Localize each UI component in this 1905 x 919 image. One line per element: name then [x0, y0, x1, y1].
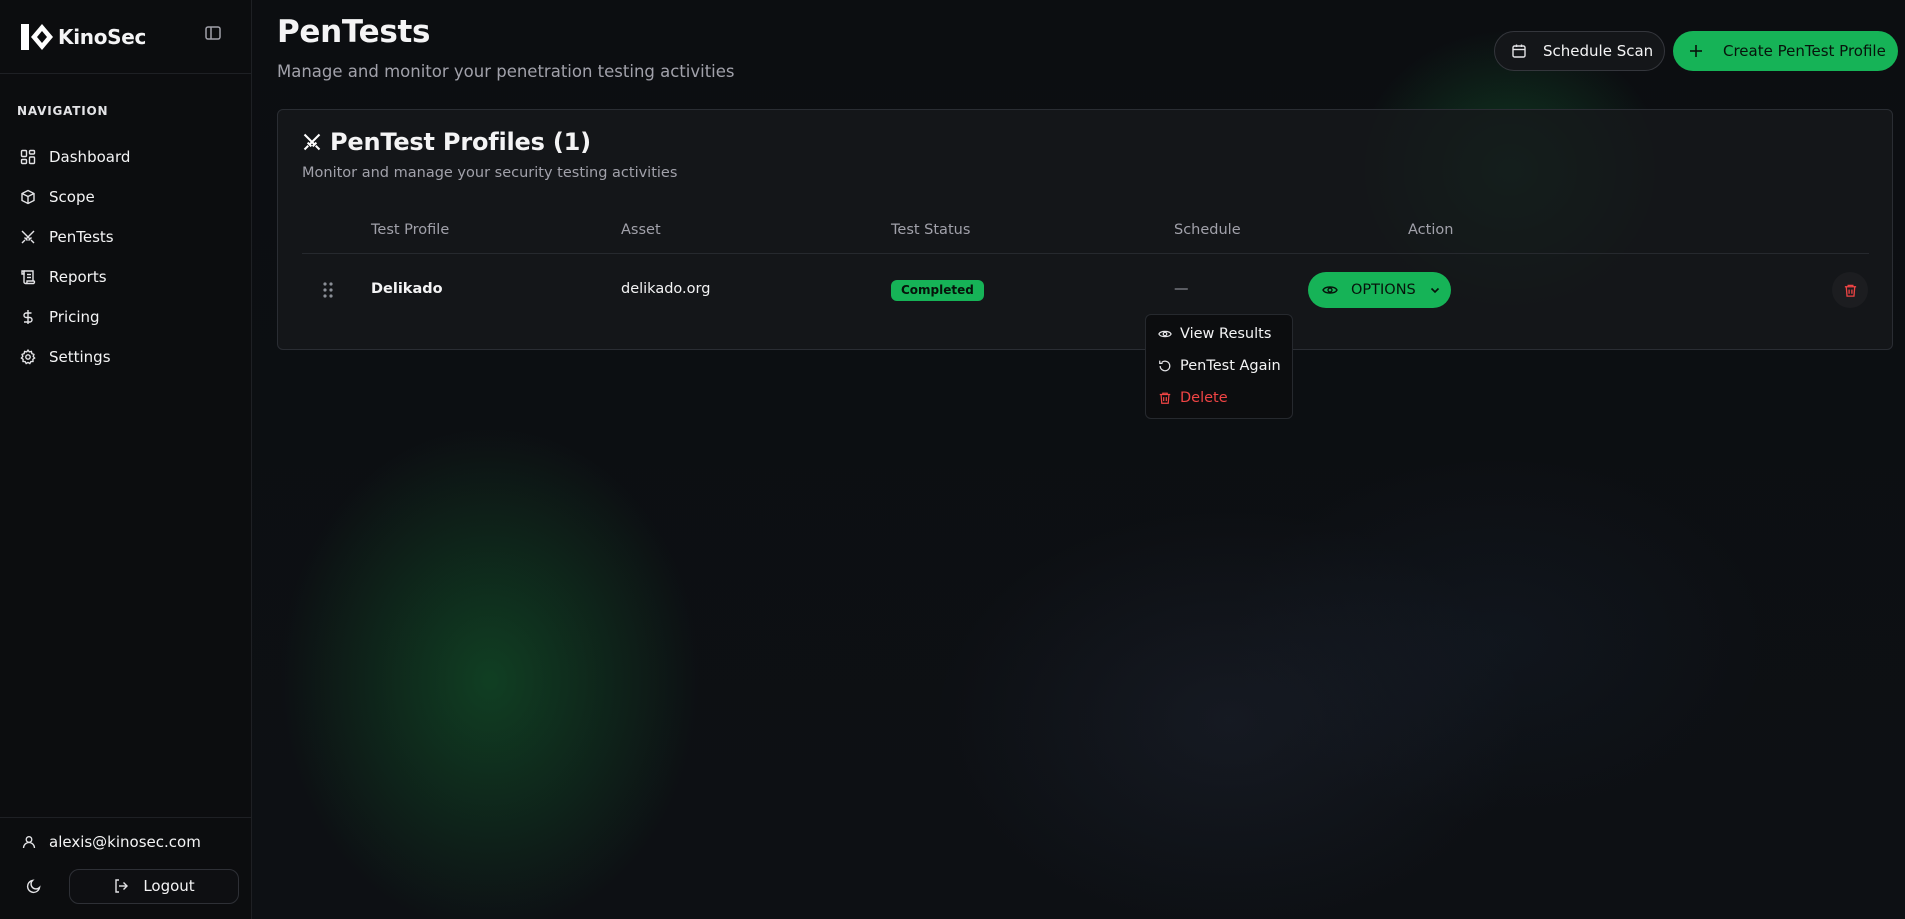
table-row: Delikado delikado.org Completed — OPTION…	[302, 255, 1869, 324]
sidebar-item-label: Pricing	[49, 308, 100, 326]
trash-icon	[1844, 284, 1856, 297]
moon-icon[interactable]	[26, 878, 42, 894]
eye-icon	[1158, 330, 1172, 338]
column-header-asset: Asset	[621, 222, 661, 238]
user-icon	[22, 836, 36, 849]
sidebar-item-reports[interactable]: Reports	[0, 257, 251, 297]
page-title: PenTests	[277, 14, 431, 50]
sidebar-item-label: Scope	[49, 188, 95, 206]
sidebar-item-label: Settings	[49, 348, 111, 366]
scroll-icon	[21, 270, 36, 285]
sidebar-item-settings[interactable]: Settings	[0, 337, 251, 377]
sidebar-item-scope[interactable]: Scope	[0, 177, 251, 217]
pentest-profiles-card: PenTest Profiles (1) Monitor and manage …	[277, 109, 1893, 350]
sidebar-toggle-icon[interactable]	[204, 24, 222, 42]
swords-icon	[303, 133, 321, 151]
schedule-value: —	[1174, 281, 1189, 297]
menu-item-label: Delete	[1180, 390, 1228, 406]
drag-handle-icon[interactable]	[322, 281, 334, 299]
swords-icon	[21, 230, 35, 244]
trash-icon	[1159, 392, 1171, 404]
options-dropdown-menu: View Results PenTest Again Delete	[1145, 314, 1293, 419]
card-title: PenTest Profiles (1)	[302, 128, 591, 156]
sidebar-item-label: Reports	[49, 268, 107, 286]
footer-actions: Logout	[0, 866, 252, 906]
sidebar-item-label: Dashboard	[49, 148, 131, 166]
menu-item-label: PenTest Again	[1180, 358, 1281, 374]
sidebar-footer: alexis@kinosec.com Logout	[0, 817, 252, 919]
schedule-scan-button[interactable]: Schedule Scan	[1494, 31, 1665, 71]
brand-name: KinoSec	[58, 24, 147, 49]
logout-label: Logout	[143, 877, 195, 895]
brand: KinoSec	[0, 0, 251, 74]
main-content: PenTests Manage and monitor your penetra…	[253, 0, 1905, 919]
create-profile-button[interactable]: Create PenTest Profile	[1673, 31, 1898, 71]
asset-domain: delikado.org	[621, 281, 711, 297]
menu-item-view-results[interactable]: View Results	[1146, 318, 1292, 350]
calendar-icon	[1512, 44, 1526, 58]
sidebar: KinoSec NAVIGATION Dashboard Scope PenTe…	[0, 0, 252, 919]
eye-icon	[1322, 286, 1338, 294]
sidebar-item-pricing[interactable]: Pricing	[0, 297, 251, 337]
profile-name: Delikado	[371, 281, 443, 297]
column-header-action: Action	[1408, 222, 1454, 238]
sidebar-item-pentests[interactable]: PenTests	[0, 217, 251, 257]
gear-icon	[20, 349, 36, 365]
page-subtitle: Manage and monitor your penetration test…	[277, 62, 735, 81]
column-header-test-profile: Test Profile	[371, 222, 450, 238]
sidebar-item-dashboard[interactable]: Dashboard	[0, 137, 251, 177]
column-header-schedule: Schedule	[1174, 222, 1241, 238]
nav-list: Dashboard Scope PenTests Reports Pricing…	[0, 127, 251, 377]
user-account[interactable]: alexis@kinosec.com	[0, 818, 252, 866]
card-subtitle: Monitor and manage your security testing…	[302, 165, 678, 181]
dollar-icon	[23, 310, 33, 324]
chevron-down-icon	[1430, 287, 1439, 294]
logout-button[interactable]: Logout	[69, 868, 239, 904]
column-header-test-status: Test Status	[891, 222, 971, 238]
table-header: Test Profile Asset Test Status Schedule …	[302, 206, 1869, 254]
create-profile-label: Create PenTest Profile	[1723, 42, 1886, 60]
user-email: alexis@kinosec.com	[49, 833, 201, 851]
logout-icon	[115, 879, 129, 893]
delete-row-button[interactable]	[1832, 272, 1868, 308]
sidebar-item-label: PenTests	[49, 228, 114, 246]
kinosec-logo-icon	[21, 23, 53, 50]
plus-icon	[1690, 45, 1702, 57]
cube-icon	[21, 189, 35, 205]
options-label: OPTIONS	[1351, 282, 1416, 298]
dashboard-icon	[20, 149, 36, 165]
status-badge: Completed	[891, 280, 984, 301]
menu-item-pentest-again[interactable]: PenTest Again	[1146, 350, 1292, 382]
schedule-scan-label: Schedule Scan	[1543, 42, 1654, 60]
options-button[interactable]: OPTIONS	[1308, 272, 1451, 308]
menu-item-label: View Results	[1180, 326, 1272, 342]
rotate-icon	[1159, 360, 1171, 372]
menu-item-delete[interactable]: Delete	[1146, 382, 1292, 414]
card-title-text: PenTest Profiles (1)	[330, 128, 591, 156]
nav-heading: NAVIGATION	[17, 104, 109, 118]
